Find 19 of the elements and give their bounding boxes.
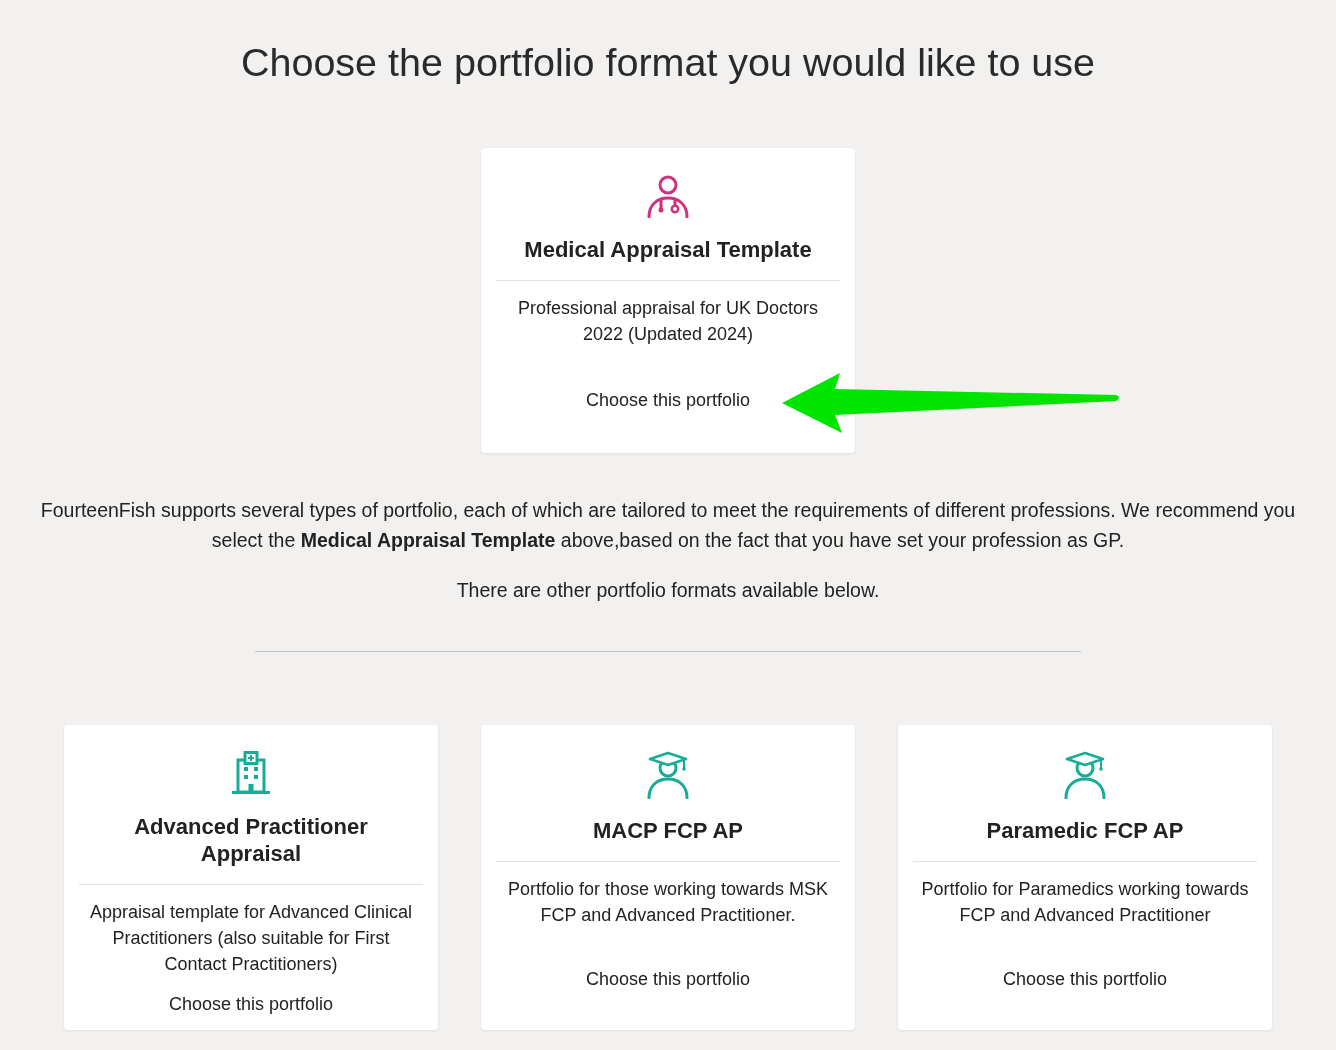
portfolio-title: Advanced Practitioner Appraisal <box>133 813 369 867</box>
hospital-icon <box>229 751 273 795</box>
portfolio-title: MACP FCP AP <box>592 817 744 844</box>
explanation-text: FourteenFish supports several types of portfolio, each of which are tailored to meet the requirements of different professions. We recommend you select the Medical Appraisal Template above,based on the fact that you have set your profession as GP. <box>39 498 1297 553</box>
explanation-text: There are other portfolio formats available below. <box>455 578 881 603</box>
choose-portfolio-link[interactable]: Choose this portfolio <box>585 967 751 991</box>
doctor-icon <box>646 174 690 218</box>
graduate-icon <box>646 751 690 799</box>
portfolio-title: Paramedic FCP AP <box>985 817 1185 844</box>
choose-portfolio-link[interactable]: Choose this portfolio <box>168 991 334 1016</box>
graduate-icon <box>1063 751 1107 799</box>
page-title: Choose the portfolio format you would like to use <box>239 39 1097 86</box>
portfolio-description: Professional appraisal for UK Doctors 2022 (Updated 2024) <box>516 297 820 346</box>
portfolio-description: Portfolio for Paramedics working towards FCP and Advanced Practitioner <box>920 878 1250 927</box>
choose-portfolio-link[interactable]: Choose this portfolio <box>585 388 751 412</box>
portfolio-description: Appraisal template for Advanced Clinical Practitioners (also suitable for First Contact Practitioners) <box>88 901 414 976</box>
choose-portfolio-link[interactable]: Choose this portfolio <box>1002 967 1168 991</box>
portfolio-title: Medical Appraisal Template <box>523 236 813 263</box>
portfolio-description: Portfolio for those working towards MSK FCP and Advanced Practitioner. <box>506 878 830 927</box>
